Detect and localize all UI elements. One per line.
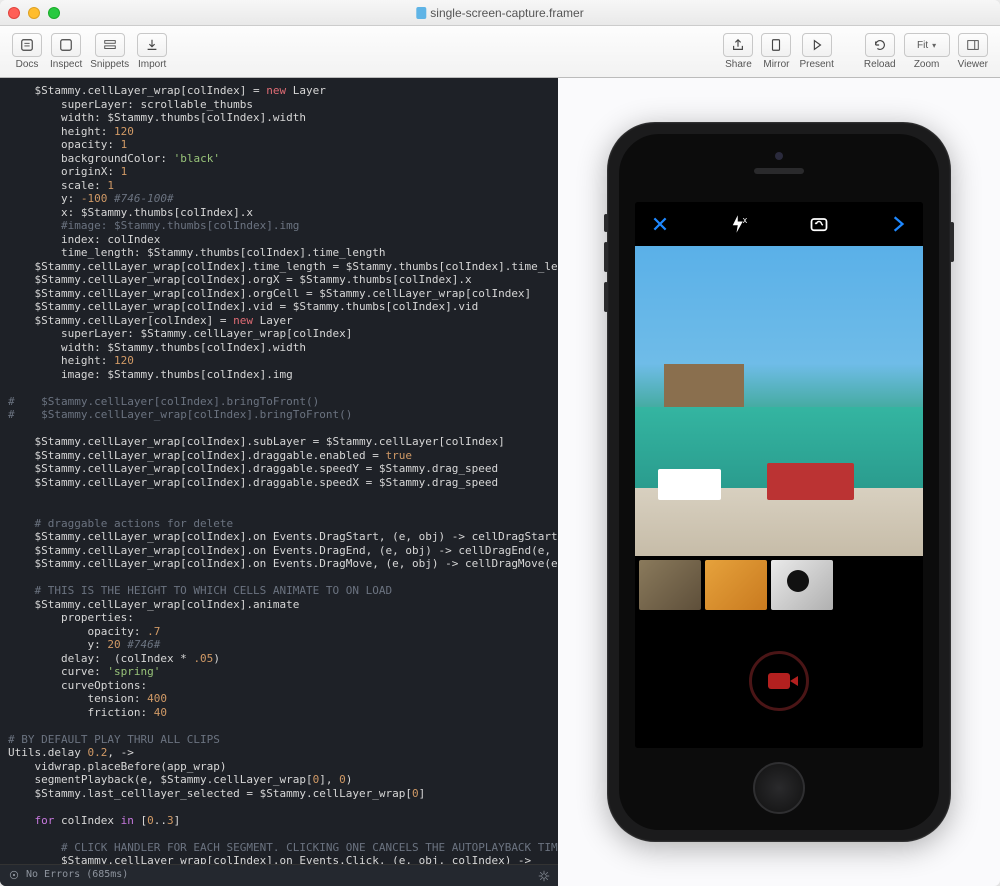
main: $Stammy.cellLayer_wrap[colIndex] = new L…	[0, 78, 1000, 886]
code-content[interactable]: $Stammy.cellLayer_wrap[colIndex] = new L…	[0, 78, 558, 886]
inspect-button[interactable]: Inspect	[50, 33, 82, 70]
home-button[interactable]	[753, 762, 805, 814]
reload-label: Reload	[864, 59, 896, 70]
switch-camera-icon[interactable]	[806, 211, 832, 237]
zoom-value: Fit	[917, 40, 928, 51]
docs-label: Docs	[16, 59, 39, 70]
viewer-label: Viewer	[958, 59, 988, 70]
next-icon[interactable]	[885, 211, 911, 237]
main-photo[interactable]	[635, 246, 923, 556]
status-errors: No Errors	[26, 869, 80, 881]
maximize-icon[interactable]	[48, 7, 60, 19]
mirror-label: Mirror	[763, 59, 789, 70]
minimize-icon[interactable]	[28, 7, 40, 19]
thumbnail-strip[interactable]	[635, 556, 923, 614]
share-button[interactable]: Share	[723, 33, 753, 70]
toolbar: Docs Inspect Snippets Import Share Mirro…	[0, 26, 1000, 78]
record-area	[635, 614, 923, 748]
snippets-label: Snippets	[90, 59, 129, 70]
mirror-button[interactable]: Mirror	[761, 33, 791, 70]
present-label: Present	[799, 59, 833, 70]
gear-icon[interactable]	[538, 870, 550, 882]
thumbnail-2[interactable]	[705, 560, 767, 610]
close-icon[interactable]	[8, 7, 20, 19]
flash-off-icon[interactable]: x	[726, 211, 752, 237]
window-title-text: single-screen-capture.framer	[430, 6, 583, 20]
volume-down	[604, 282, 608, 312]
traffic-lights	[8, 7, 60, 19]
zoom-label: Zoom	[914, 59, 940, 70]
framer-window: single-screen-capture.framer Docs Inspec…	[0, 0, 1000, 886]
power-button	[950, 222, 954, 262]
file-icon	[416, 7, 426, 19]
preview-panel: x	[558, 78, 1000, 886]
present-button[interactable]: Present	[799, 33, 833, 70]
status-time: (685ms)	[86, 869, 128, 881]
target-icon[interactable]	[8, 869, 20, 881]
app-header: x	[635, 202, 923, 246]
reload-button[interactable]: Reload	[864, 33, 896, 70]
phone-device: x	[607, 122, 951, 842]
thumbnail-1[interactable]	[639, 560, 701, 610]
thumbnail-3[interactable]	[771, 560, 833, 610]
zoom-select[interactable]: Fit▾ Zoom	[904, 33, 950, 70]
import-label: Import	[138, 59, 166, 70]
import-button[interactable]: Import	[137, 33, 167, 70]
front-camera-icon	[775, 152, 783, 160]
viewer-button[interactable]: Viewer	[958, 33, 988, 70]
camera-icon	[768, 673, 790, 689]
code-editor[interactable]: $Stammy.cellLayer_wrap[colIndex] = new L…	[0, 78, 558, 886]
titlebar: single-screen-capture.framer	[0, 0, 1000, 26]
docs-button[interactable]: Docs	[12, 33, 42, 70]
svg-text:x: x	[743, 215, 748, 225]
speaker-icon	[754, 168, 804, 174]
snippets-button[interactable]: Snippets	[90, 33, 129, 70]
status-bar: No Errors (685ms)	[0, 864, 558, 886]
close-icon[interactable]	[647, 211, 673, 237]
window-title: single-screen-capture.framer	[416, 6, 583, 20]
record-button[interactable]	[749, 651, 809, 711]
inspect-label: Inspect	[50, 59, 82, 70]
mute-switch	[604, 214, 608, 232]
phone-screen[interactable]: x	[635, 202, 923, 748]
share-label: Share	[725, 59, 752, 70]
volume-up	[604, 242, 608, 272]
